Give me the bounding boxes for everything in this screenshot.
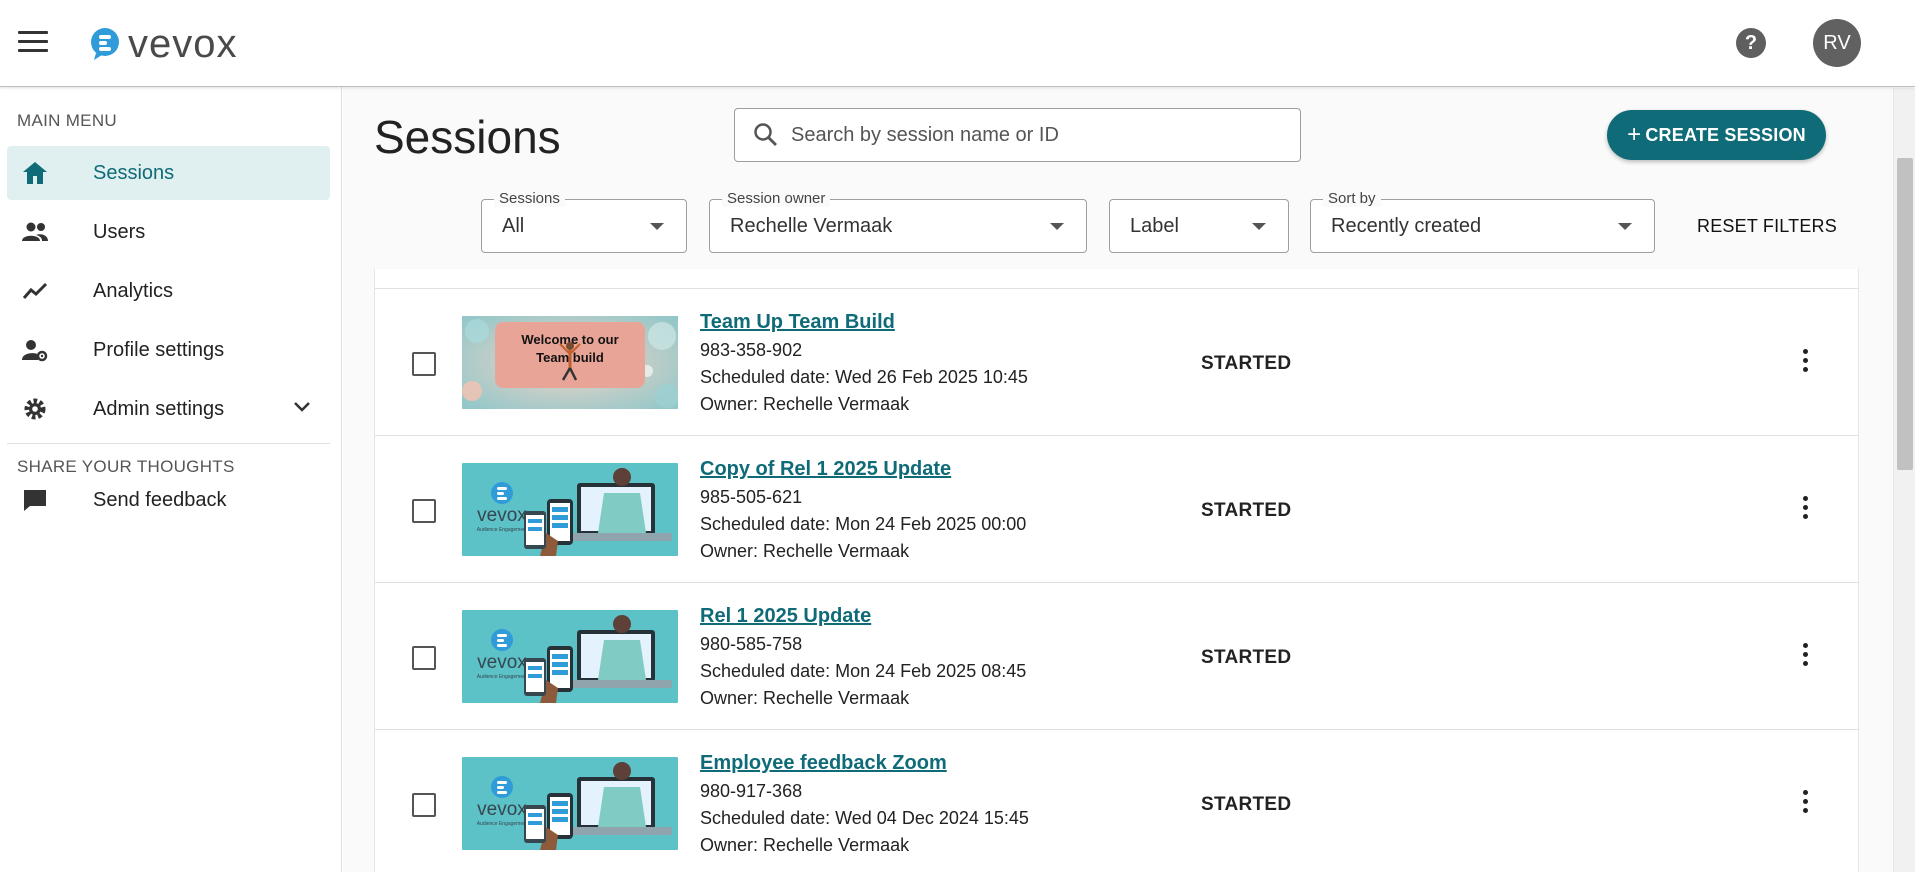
status-badge: STARTED	[1201, 353, 1292, 374]
thumbnail-tagline: Audience Engagement	[477, 527, 528, 533]
sidebar-item-profile-settings[interactable]: Profile settings	[7, 323, 330, 377]
profile-settings-icon	[22, 340, 48, 362]
session-title-link[interactable]: Employee feedback Zoom	[700, 752, 947, 775]
session-title-link[interactable]: Copy of Rel 1 2025 Update	[700, 458, 951, 481]
more-options-icon[interactable]	[1793, 790, 1817, 820]
sidebar-item-label: Profile settings	[93, 338, 225, 361]
status-badge: STARTED	[1201, 500, 1292, 521]
session-checkbox[interactable]	[412, 499, 436, 523]
sidebar-item-label: Users	[93, 220, 146, 243]
session-scheduled-date: Scheduled date: Mon 24 Feb 2025 08:45	[700, 661, 1027, 681]
sort-by-select[interactable]: Sort by Recently created	[1310, 190, 1655, 253]
session-title-link[interactable]: Team Up Team Build	[700, 311, 895, 334]
session-owner-label: Session owner	[722, 190, 831, 207]
page-title: Sessions	[374, 111, 561, 163]
sidebar-item-label: Analytics	[93, 279, 174, 302]
label-filter-select[interactable]: Label	[1109, 199, 1289, 253]
sidebar-item-label: Sessions	[93, 161, 175, 184]
main-content: Sessions + CREATE SESSION Sessions All S…	[343, 88, 1893, 872]
session-id: 983-358-902	[700, 340, 803, 360]
session-owner: Owner: Rechelle Vermaak	[700, 541, 910, 561]
session-id: 980-917-368	[700, 781, 803, 801]
sidebar-item-send-feedback[interactable]: Send feedback	[7, 473, 330, 527]
sessions-filter-label: Sessions	[494, 190, 565, 207]
session-thumbnail[interactable]: vevox Audience Engagement	[462, 610, 678, 703]
session-scheduled-date: Scheduled date: Wed 04 Dec 2024 15:45	[700, 808, 1029, 828]
sort-by-value: Recently created	[1331, 215, 1482, 237]
session-id: 980-585-758	[700, 634, 803, 654]
analytics-icon	[22, 282, 48, 299]
feedback-icon	[24, 490, 46, 511]
sidebar: MAIN MENU Sessions Users Analytics Profi…	[0, 87, 342, 872]
search-icon	[754, 123, 777, 146]
vevox-logo-icon	[91, 28, 119, 60]
avatar[interactable]: RV	[1813, 19, 1861, 67]
caret-down-icon	[1618, 223, 1632, 230]
thumbnail-tagline: Audience Engagement	[477, 674, 528, 680]
scrollbar-thumb[interactable]	[1897, 158, 1913, 470]
session-checkbox[interactable]	[412, 646, 436, 670]
session-thumbnail[interactable]: Welcome to our Team build	[462, 316, 678, 409]
reset-filters-button[interactable]: RESET FILTERS	[1697, 216, 1837, 237]
thumbnail-logo-text: vevox	[477, 799, 527, 820]
create-session-label: CREATE SESSION	[1645, 124, 1806, 145]
session-thumbnail[interactable]: vevox Audience Engagement	[462, 757, 678, 850]
main-menu-title: MAIN MENU	[17, 111, 117, 130]
session-owner-value: Rechelle Vermaak	[730, 215, 893, 237]
status-badge: STARTED	[1201, 794, 1292, 815]
sidebar-item-admin-settings[interactable]: Admin settings	[7, 382, 330, 436]
session-row: vevox Audience Engagement	[375, 436, 1858, 583]
sessions-filter-value: All	[502, 215, 525, 237]
session-thumbnail[interactable]: vevox Audience Engagement	[462, 463, 678, 556]
sidebar-item-label: Admin settings	[93, 397, 225, 420]
sidebar-item-sessions[interactable]: Sessions	[7, 146, 330, 200]
sessions-filter-select[interactable]: Sessions All	[481, 190, 687, 253]
sidebar-item-analytics[interactable]: Analytics	[7, 264, 330, 318]
gear-icon	[24, 398, 46, 420]
session-row: vevox Audience Engagement	[375, 730, 1858, 872]
caret-down-icon	[650, 223, 664, 230]
session-scheduled-date: Scheduled date: Mon 24 Feb 2025 00:00	[700, 514, 1027, 534]
search-box[interactable]	[734, 108, 1301, 162]
sidebar-divider	[7, 443, 330, 444]
session-owner-select[interactable]: Session owner Rechelle Vermaak	[709, 190, 1087, 253]
more-options-icon[interactable]	[1793, 496, 1817, 526]
sidebar-item-label: Send feedback	[93, 488, 227, 511]
caret-down-icon	[1050, 223, 1064, 230]
session-id: 985-505-621	[700, 487, 803, 507]
session-owner: Owner: Rechelle Vermaak	[700, 688, 910, 708]
sessions-list: Welcome to our Team build Team Up Team B…	[374, 269, 1859, 872]
page-scrollbar[interactable]	[1893, 88, 1915, 872]
sort-by-label: Sort by	[1323, 190, 1381, 207]
plus-icon: +	[1627, 121, 1642, 148]
session-row: vevox Audience Engagement	[375, 583, 1858, 730]
create-session-button[interactable]: + CREATE SESSION	[1607, 110, 1826, 160]
top-bar: vevox ? RV	[0, 0, 1915, 87]
thumbnail-logo-text: vevox	[477, 652, 527, 673]
vevox-logo[interactable]: vevox	[88, 22, 238, 66]
session-owner: Owner: Rechelle Vermaak	[700, 394, 910, 414]
help-icon[interactable]: ?	[1736, 28, 1766, 58]
caret-down-icon	[1252, 223, 1266, 230]
status-badge: STARTED	[1201, 647, 1292, 668]
session-checkbox[interactable]	[412, 352, 436, 376]
home-icon	[23, 162, 47, 184]
sidebar-item-users[interactable]: Users	[7, 205, 330, 259]
thumbnail-tagline: Audience Engagement	[477, 821, 528, 827]
session-title-link[interactable]: Rel 1 2025 Update	[700, 605, 871, 628]
search-input[interactable]	[791, 121, 1281, 149]
hamburger-menu-icon[interactable]	[18, 31, 48, 55]
thumbnail-logo-text: vevox	[477, 505, 527, 526]
logo-text: vevox	[128, 22, 238, 66]
session-owner: Owner: Rechelle Vermaak	[700, 835, 910, 855]
users-icon	[22, 222, 48, 241]
session-checkbox[interactable]	[412, 793, 436, 817]
label-filter-value: Label	[1130, 215, 1179, 237]
session-scheduled-date: Scheduled date: Wed 26 Feb 2025 10:45	[700, 367, 1028, 387]
chevron-down-icon[interactable]	[292, 400, 312, 414]
session-row: Welcome to our Team build Team Up Team B…	[375, 289, 1858, 436]
more-options-icon[interactable]	[1793, 643, 1817, 673]
more-options-icon[interactable]	[1793, 349, 1817, 379]
